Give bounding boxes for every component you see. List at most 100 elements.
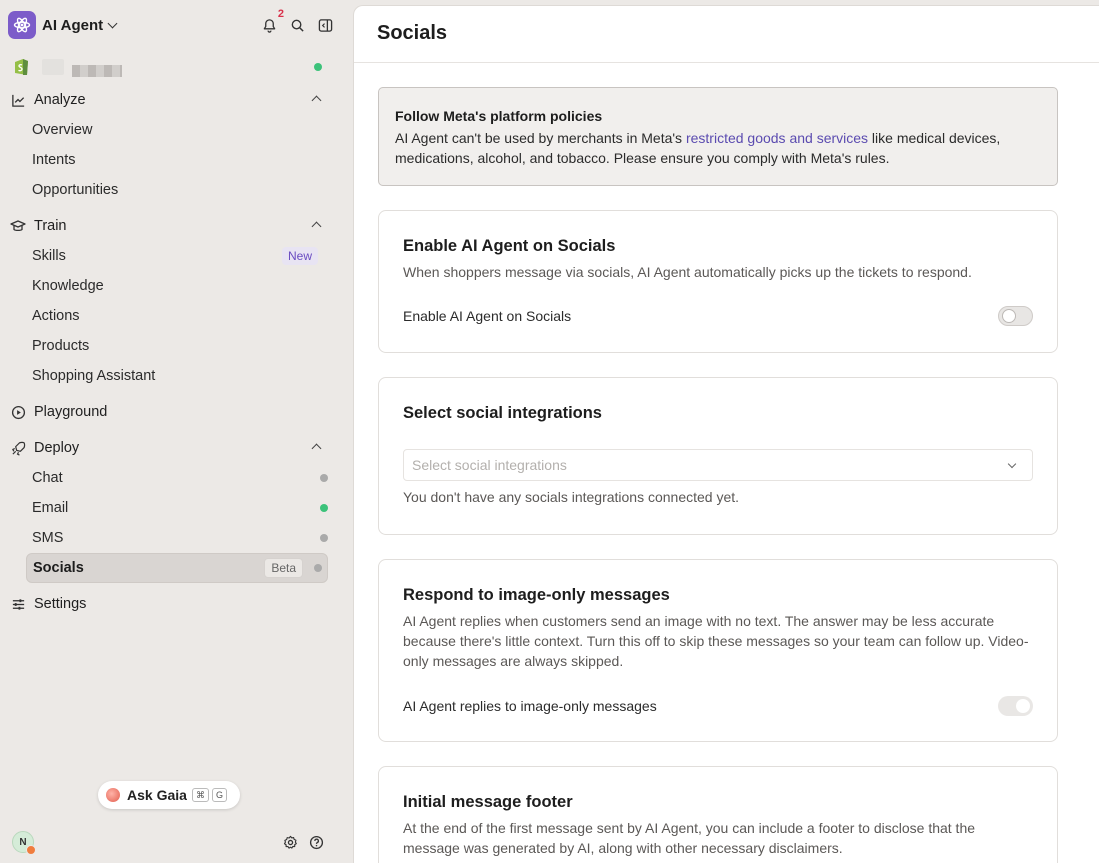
nav-item-shopping-assistant[interactable]: Shopping Assistant — [0, 361, 328, 391]
status-dot — [320, 504, 328, 512]
store-name-redacted — [72, 65, 122, 77]
status-dot — [314, 564, 322, 572]
shopify-logo-icon — [15, 59, 28, 75]
store-status-dot — [314, 63, 322, 71]
avatar-initial: N — [19, 836, 27, 848]
sidebar-header: AI Agent 2 — [8, 8, 334, 39]
page-header: Socials — [354, 6, 1099, 63]
notifications-bell-icon[interactable]: 2 — [260, 8, 284, 34]
nav-item-label: Shopping Assistant — [32, 368, 156, 384]
chart-line-icon — [10, 92, 26, 108]
image-only-messages-card: Respond to image-only messages AI Agent … — [378, 559, 1058, 742]
nav-item-knowledge[interactable]: Knowledge — [0, 271, 328, 301]
nav-item-label: Products — [32, 338, 90, 354]
play-circle-icon — [10, 404, 26, 420]
nav-item-socials[interactable]: Socials Beta — [26, 553, 328, 583]
sidebar: AI Agent 2 Analyze Overview Intents Oppo… — [0, 0, 352, 863]
card-title: Enable AI Agent on Socials — [403, 237, 616, 255]
user-avatar[interactable]: N — [12, 831, 36, 855]
graduation-cap-icon — [10, 218, 26, 234]
nav-item-skills[interactable]: Skills New — [0, 241, 328, 271]
chevron-down-icon[interactable] — [107, 18, 118, 28]
search-icon[interactable] — [288, 16, 306, 34]
rocket-icon — [10, 440, 26, 456]
nav-item-products[interactable]: Products — [0, 331, 328, 361]
nav-section-settings[interactable]: Settings — [0, 589, 352, 619]
nav-section-train[interactable]: Train — [0, 211, 352, 241]
meta-policy-notice: Follow Meta's platform policies AI Agent… — [378, 87, 1058, 186]
notification-count-badge: 2 — [277, 8, 284, 20]
sidebar-nav: Analyze Overview Intents Opportunities T… — [0, 85, 352, 619]
ai-agent-logo-icon[interactable] — [8, 11, 36, 39]
nav-item-label: Intents — [32, 152, 76, 168]
nav-section-label: Train — [34, 218, 67, 234]
enable-socials-toggle[interactable] — [998, 306, 1033, 326]
card-title: Respond to image-only messages — [403, 586, 670, 604]
nav-item-label: Email — [32, 500, 69, 516]
status-dot — [320, 534, 328, 542]
store-avatar-redacted — [42, 59, 64, 75]
app-switcher-label[interactable]: AI Agent — [42, 17, 103, 34]
chevron-down-icon — [1007, 459, 1017, 469]
nav-item-label: Knowledge — [32, 278, 104, 294]
no-integrations-helper: You don't have any socials integrations … — [403, 489, 740, 505]
nav-item-actions[interactable]: Actions — [0, 301, 328, 331]
toggle-label: Enable AI Agent on Socials — [403, 308, 572, 324]
user-status-dot — [26, 845, 36, 855]
notice-text: AI Agent can't be used by merchants in M… — [395, 130, 686, 146]
collapse-sidebar-icon[interactable] — [316, 16, 334, 34]
nav-item-label: Socials — [33, 560, 84, 576]
notice-title: Follow Meta's platform policies — [395, 108, 603, 124]
page-title: Socials — [377, 22, 448, 44]
toggle-row: AI Agent replies to image-only messages — [403, 696, 1033, 716]
social-integrations-select[interactable]: Select social integrations — [403, 449, 1033, 481]
initial-message-footer-card: Initial message footer At the end of the… — [378, 766, 1058, 863]
nav-section-label: Playground — [34, 404, 108, 420]
new-badge: New — [281, 247, 318, 265]
nav-item-overview[interactable]: Overview — [0, 115, 328, 145]
restricted-goods-link[interactable]: restricted goods and services — [686, 130, 868, 146]
beta-badge: Beta — [264, 558, 303, 578]
toggle-row: Enable AI Agent on Socials — [403, 306, 1033, 326]
header-icons: 2 — [260, 8, 334, 39]
nav-item-email[interactable]: Email — [0, 493, 328, 523]
toggle-label: AI Agent replies to image-only messages — [403, 698, 657, 714]
gaia-icon — [106, 788, 120, 802]
chevron-up-icon[interactable] — [311, 95, 322, 106]
ask-gaia-label: Ask Gaia — [127, 787, 187, 803]
nav-item-sms[interactable]: SMS — [0, 523, 328, 553]
settings-gear-icon[interactable] — [282, 834, 298, 850]
nav-item-label: Skills — [32, 248, 66, 264]
toggle-knob — [1002, 309, 1016, 323]
enable-socials-card: Enable AI Agent on Socials When shoppers… — [378, 210, 1058, 353]
ask-gaia-button[interactable]: Ask Gaia ⌘ G — [98, 781, 240, 809]
page-content: Follow Meta's platform policies AI Agent… — [378, 87, 1058, 863]
card-description: At the end of the first message sent by … — [403, 820, 976, 856]
nav-item-chat[interactable]: Chat — [0, 463, 328, 493]
card-description: When shoppers message via socials, AI Ag… — [403, 264, 972, 280]
nav-item-opportunities[interactable]: Opportunities — [0, 175, 328, 205]
select-placeholder: Select social integrations — [412, 457, 567, 473]
nav-section-playground[interactable]: Playground — [0, 397, 352, 427]
chevron-up-icon[interactable] — [311, 443, 322, 454]
nav-item-intents[interactable]: Intents — [0, 145, 328, 175]
nav-section-label: Settings — [34, 596, 87, 612]
chevron-up-icon[interactable] — [311, 221, 322, 232]
store-selector[interactable] — [12, 56, 322, 78]
nav-item-label: Chat — [32, 470, 63, 486]
toggle-knob — [1016, 699, 1030, 713]
main-panel: Socials Follow Meta's platform policies … — [353, 5, 1099, 863]
social-integrations-card: Select social integrations Select social… — [378, 377, 1058, 535]
nav-section-label: Deploy — [34, 440, 80, 456]
nav-item-label: Overview — [32, 122, 93, 138]
shortcut-key: G — [211, 788, 227, 802]
nav-section-analyze[interactable]: Analyze — [0, 85, 352, 115]
nav-item-label: Opportunities — [32, 182, 119, 198]
help-circle-icon[interactable] — [308, 834, 324, 850]
image-only-toggle[interactable] — [998, 696, 1033, 716]
nav-item-label: Actions — [32, 308, 80, 324]
status-dot — [320, 474, 328, 482]
nav-section-deploy[interactable]: Deploy — [0, 433, 352, 463]
sliders-icon — [10, 596, 26, 612]
card-title: Select social integrations — [403, 404, 602, 422]
